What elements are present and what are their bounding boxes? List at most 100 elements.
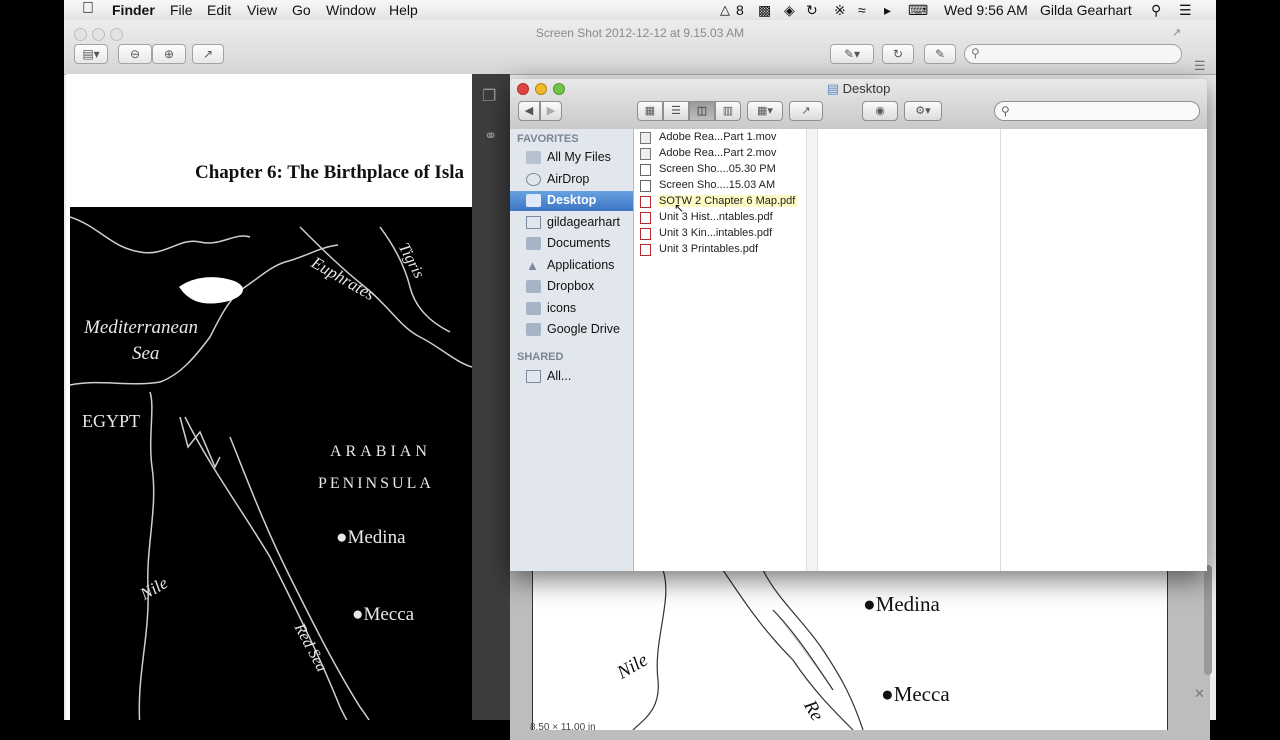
right-mecca-text: Mecca <box>893 682 950 706</box>
apple-menu-icon[interactable]:  <box>82 0 94 18</box>
notification-center-icon[interactable]: ☰ <box>1179 2 1192 19</box>
menu-window[interactable]: Window <box>326 2 376 18</box>
sidebar-item-applications[interactable]: ▲ Applications <box>510 256 633 276</box>
all-files-icon <box>526 151 541 164</box>
preview-window-title: Screen Shot 2012-12-12 at 9.15.03 AM <box>535 26 745 40</box>
empty-column <box>1001 129 1207 571</box>
applications-icon: ▲ <box>526 258 539 273</box>
sidebar-item-label: icons <box>547 301 577 315</box>
preview-side-menu-icon[interactable]: ☰ <box>1194 58 1206 74</box>
time-machine-icon[interactable]: ↻ <box>806 2 818 19</box>
pdf-file-icon <box>640 212 651 224</box>
view-menu-button[interactable]: ▤▾ <box>74 44 108 64</box>
pdf-file-icon <box>640 196 651 208</box>
input-source-icon[interactable]: ⌨ <box>908 2 928 19</box>
menu-view[interactable]: View <box>247 2 277 18</box>
spotlight-icon[interactable]: ⚲ <box>1151 2 1161 19</box>
sidebar-item-google-drive[interactable]: Google Drive <box>510 320 633 340</box>
bluetooth-icon[interactable]: ※ <box>834 2 846 19</box>
volume-icon[interactable]: ▸ <box>884 2 891 19</box>
quick-look-button[interactable]: ◉ <box>862 101 898 121</box>
file-name: Unit 3 Printables.pdf <box>659 243 759 255</box>
medina-label-text: Medina <box>347 527 406 548</box>
image-file-icon <box>640 180 651 192</box>
forward-button[interactable]: ▶ <box>540 101 562 121</box>
status-count: 8 <box>736 2 744 18</box>
shared-header: SHARED <box>517 351 564 363</box>
document-page-left: Chapter 6: The Birthplace of Isla Tigris… <box>66 74 472 720</box>
share-button[interactable]: ↗ <box>192 44 224 64</box>
sidebar-item-icons[interactable]: icons <box>510 299 633 319</box>
sidebar-item-airdrop[interactable]: AirDrop <box>510 170 633 190</box>
sidebar-item-shared-all[interactable]: All... <box>510 367 633 387</box>
empty-column <box>807 129 818 571</box>
finder-window: ▤ Desktop ◀ ▶ ▦ ☰ ◫ ▥ ▦▾ ↗ ◉ ⚙▾ ⚲ FAVORI… <box>510 79 1207 571</box>
list-view-button[interactable]: ☰ <box>663 101 689 121</box>
back-button[interactable]: ◀ <box>518 101 540 121</box>
mouse-cursor-icon: ↖ <box>674 201 685 215</box>
chapter-title: Chapter 6: The Birthplace of Isla <box>195 162 464 183</box>
sidebar-item-dropbox[interactable]: Dropbox <box>510 277 633 297</box>
share-finder-button[interactable]: ↗ <box>789 101 823 121</box>
preview-search-field[interactable]: ⚲ <box>964 44 1182 64</box>
file-name: Screen Sho....05.30 PM <box>659 163 776 175</box>
finder-search-icon: ⚲ <box>1001 104 1010 118</box>
right-label-medina: ●Medina <box>863 592 940 616</box>
map-image: Tigris Euphrates Mediterranean Sea EGYPT… <box>70 207 472 720</box>
action-button[interactable]: ⚙▾ <box>904 101 942 121</box>
map-label-mecca: ●Mecca <box>352 604 415 625</box>
sidebar-item-label: Dropbox <box>547 279 595 293</box>
menu-clock[interactable]: Wed 9:56 AM <box>944 2 1028 18</box>
file-column: Adobe Rea...Part 1.mov Adobe Rea...Part … <box>634 129 813 571</box>
menu-file[interactable]: File <box>170 2 193 18</box>
sidebar-item-all-my-files[interactable]: All My Files <box>510 148 633 168</box>
preview-scrollbar[interactable] <box>1204 565 1212 675</box>
documents-icon <box>526 237 541 250</box>
map-label-egypt: EGYPT <box>82 411 140 431</box>
menu-app-name[interactable]: Finder <box>112 2 155 18</box>
attachment-icon[interactable]: ⚭ <box>484 126 497 146</box>
arrange-button[interactable]: ▦▾ <box>747 101 783 121</box>
icon-view-button[interactable]: ▦ <box>637 101 663 121</box>
sidebar-item-label: All My Files <box>547 150 611 164</box>
fullscreen-icon[interactable]: ↗ <box>1172 26 1181 39</box>
adobe-status-icon[interactable]: △ <box>720 2 730 18</box>
folder-icon <box>526 302 541 315</box>
folder-icon <box>526 323 541 336</box>
pdf-file-icon <box>640 244 651 256</box>
zoom-in-button[interactable]: ⊕ <box>152 44 186 64</box>
empty-column <box>818 129 1001 571</box>
mecca-label-text: Mecca <box>363 604 415 625</box>
sidebar-item-label: Documents <box>547 236 611 250</box>
menu-go[interactable]: Go <box>292 2 311 18</box>
sync-status-icon[interactable]: ▩ <box>758 2 771 19</box>
airdrop-icon <box>526 173 541 186</box>
finder-sidebar: FAVORITES All My Files AirDrop Desktop g… <box>510 129 634 571</box>
right-label-mecca: ●Mecca <box>881 682 950 706</box>
sidebar-item-desktop[interactable]: Desktop <box>510 191 633 211</box>
zoom-out-button[interactable]: ⊖ <box>118 44 152 64</box>
pages-icon[interactable]: ❐ <box>482 86 496 106</box>
sidebar-item-home[interactable]: gildagearhart <box>510 213 633 233</box>
file-name: Adobe Rea...Part 2.mov <box>659 147 777 159</box>
page-right-content: ●Medina ●Mecca Nile Re <box>532 570 1168 730</box>
menu-edit[interactable]: Edit <box>207 2 231 18</box>
map-label-mediterranean: Mediterranean <box>84 317 198 338</box>
annotate-button[interactable]: ✎▾ <box>830 44 874 64</box>
desktop-icon <box>526 194 541 207</box>
menu-user[interactable]: Gilda Gearhart <box>1040 2 1132 18</box>
sidebar-item-label: All... <box>547 369 572 383</box>
cover-flow-button[interactable]: ▥ <box>715 101 741 121</box>
sidebar-close-icon[interactable]: ✕ <box>1194 686 1205 702</box>
finder-search-field[interactable]: ⚲ <box>994 101 1200 121</box>
edit-toolbar-button[interactable]: ✎ <box>924 44 956 64</box>
wifi-icon[interactable]: ≈ <box>858 2 866 18</box>
document-page-right: ●Medina ●Mecca Nile Re 8.50 × 11.00 in <box>510 570 1210 740</box>
rotate-button[interactable]: ↻ <box>882 44 914 64</box>
movie-file-icon <box>640 148 651 160</box>
sidebar-item-documents[interactable]: Documents <box>510 234 633 254</box>
menu-help[interactable]: Help <box>389 2 418 18</box>
dropbox-status-icon[interactable]: ◈ <box>784 2 795 19</box>
sidebar-item-label: Google Drive <box>547 322 620 336</box>
column-view-button[interactable]: ◫ <box>689 101 715 121</box>
